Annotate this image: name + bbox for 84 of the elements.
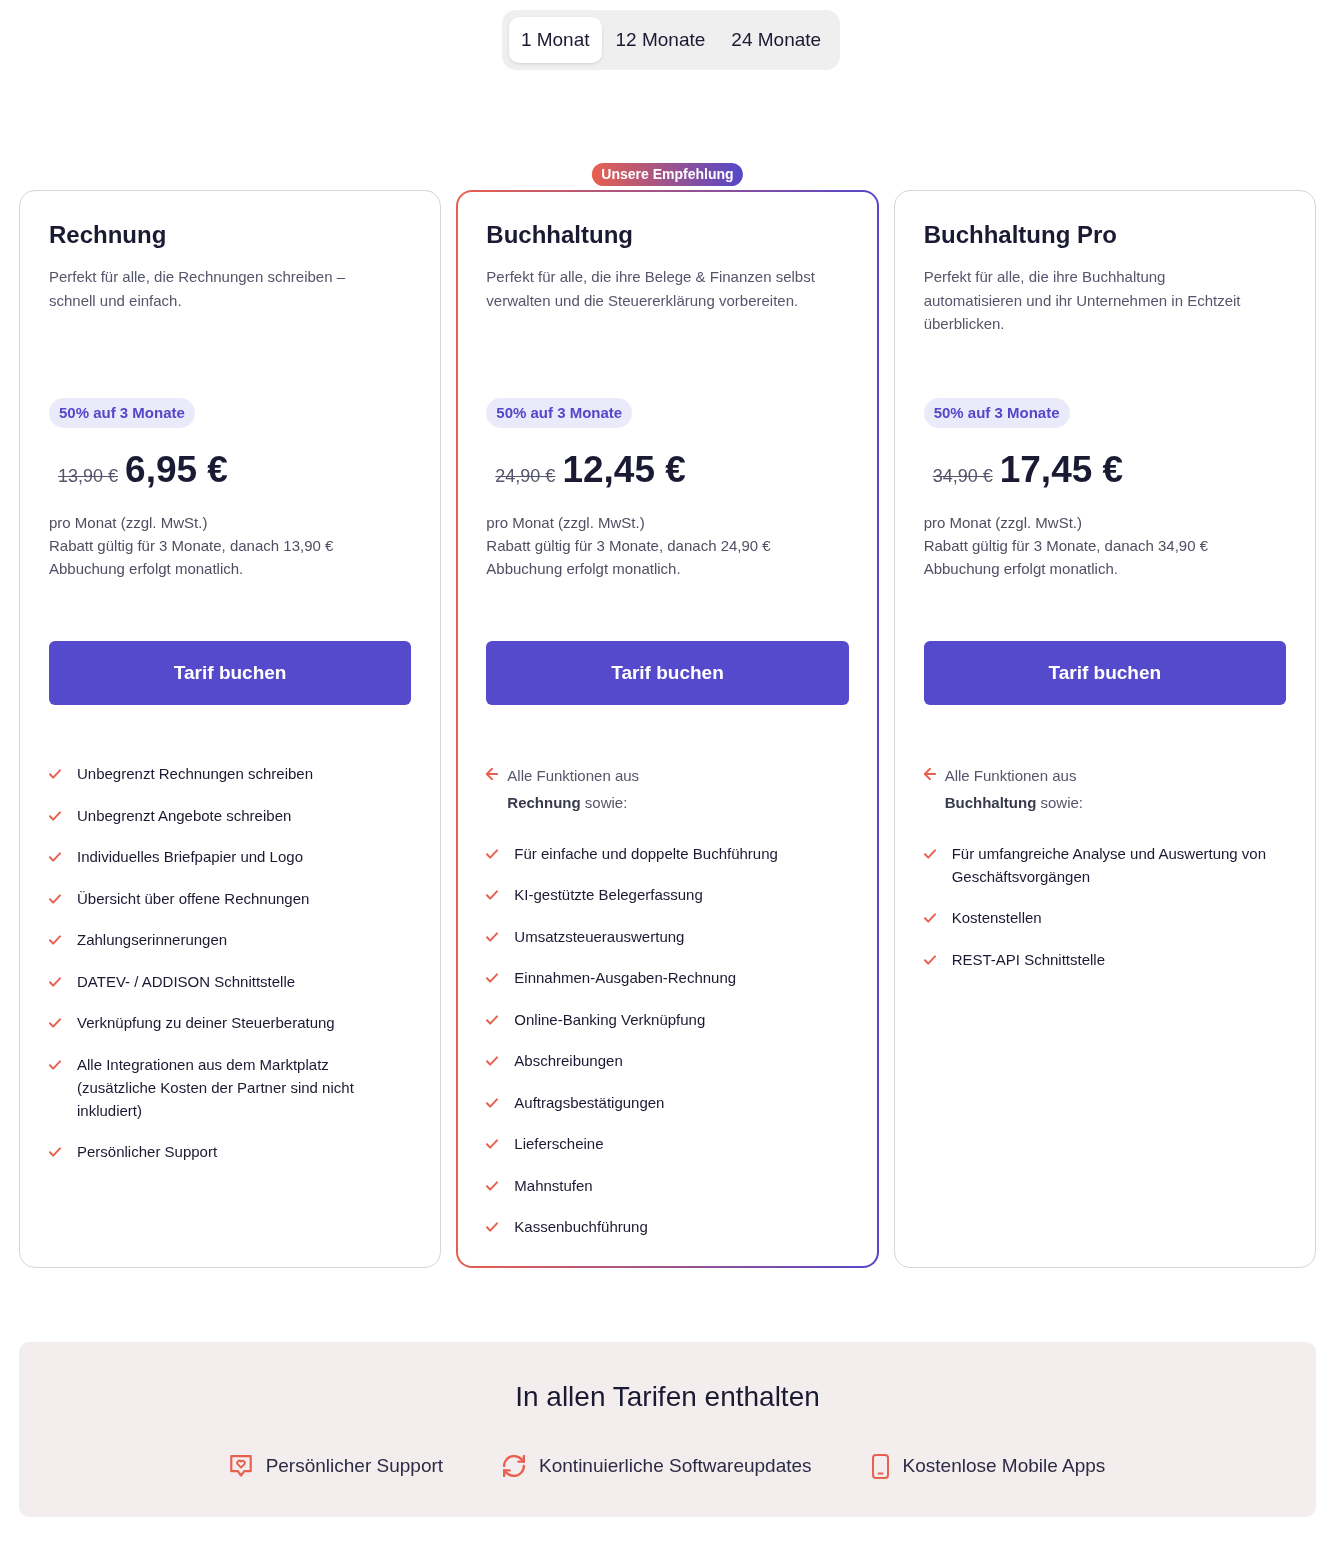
price-note: Abbuchung erfolgt monatlich. bbox=[49, 559, 245, 579]
features-intro: Alle Funktionen aus Rechnung sowie: bbox=[507, 766, 641, 813]
check-icon bbox=[923, 913, 936, 923]
included-feature: Persönlicher Support bbox=[265, 1454, 444, 1478]
check-icon bbox=[486, 1014, 499, 1025]
check-icon bbox=[486, 1222, 499, 1232]
feature-text: Einnahmen-Ausgaben-Rechnung bbox=[514, 968, 737, 988]
check-icon bbox=[49, 935, 61, 945]
check-icon bbox=[486, 848, 499, 859]
period-tab[interactable]: 12 Monate bbox=[603, 17, 718, 63]
check-icon bbox=[486, 890, 499, 900]
check-icon bbox=[49, 1147, 61, 1157]
included-title: In allen Tarifen enthalten bbox=[515, 1380, 820, 1414]
feature-text: Persönlicher Support bbox=[77, 1142, 218, 1162]
price-note: Abbuchung erfolgt monatlich. bbox=[923, 559, 1119, 579]
feature-text: Abschreibungen bbox=[514, 1051, 623, 1071]
period-tab[interactable]: 1 Monat bbox=[508, 17, 602, 63]
old-price: 24,90 € bbox=[495, 465, 556, 488]
price-note: Abbuchung erfolgt monatlich. bbox=[486, 559, 682, 579]
plan-title: Buchhaltung Pro bbox=[923, 220, 1118, 250]
feature-text: Für umfangreiche Analyse und Auswertung von Geschäftsvorgängen bbox=[951, 843, 1267, 887]
price: 17,45 € bbox=[999, 448, 1124, 492]
feature-text: Auftragsbestätigungen bbox=[514, 1092, 665, 1113]
features-intro: Alle Funktionen aus Buchhaltung sowie: bbox=[944, 766, 1084, 813]
price: 6,95 € bbox=[125, 448, 228, 492]
check-icon bbox=[49, 769, 61, 779]
price: 12,45 € bbox=[562, 448, 686, 492]
feature-text: Unbegrenzt Angebote schreiben bbox=[77, 805, 292, 826]
smartphone-icon bbox=[871, 1453, 889, 1479]
recommendation-badge: Unsere Empfehlung bbox=[592, 163, 743, 186]
check-icon bbox=[486, 1056, 499, 1066]
feature-text: Übersicht über offene Rechnungen bbox=[77, 888, 310, 909]
plan-description: Perfekt für alle, die ihre Buchhaltung automatisieren und ihr Unternehmen in Echtzeit überblicken. bbox=[923, 267, 1242, 334]
feature-text: Mahnstufen bbox=[514, 1175, 593, 1196]
feature-text: Kassenbuchführung bbox=[514, 1217, 648, 1237]
old-price: 13,90 € bbox=[58, 465, 119, 488]
feature-text: Zahlungserinnerungen bbox=[77, 930, 228, 950]
check-icon bbox=[486, 1180, 499, 1191]
check-icon bbox=[49, 1059, 61, 1070]
check-icon bbox=[486, 1139, 499, 1149]
check-icon bbox=[49, 976, 61, 987]
feature-text: Umsatzsteuerauswertung bbox=[514, 926, 685, 947]
discount-badge: 50% auf 3 Monate bbox=[486, 398, 633, 428]
check-icon bbox=[49, 1018, 61, 1028]
discount-badge: 50% auf 3 Monate bbox=[49, 398, 195, 428]
old-price: 34,90 € bbox=[932, 465, 993, 488]
plan-description: Perfekt für alle, die Rechnungen schreiben – schnell und einfach. bbox=[49, 267, 346, 311]
price-note: Rabatt gültig für 3 Monate, danach 13,90 € bbox=[49, 536, 335, 556]
heart-speech-bubble-icon bbox=[229, 1455, 252, 1477]
feature-text: DATEV- / ADDISON Schnittstelle bbox=[77, 971, 296, 992]
price-note: Rabatt gültig für 3 Monate, danach 34,90 € bbox=[923, 536, 1210, 556]
feature-text: Für einfache und doppelte Buchführung bbox=[514, 843, 778, 864]
feature-text: KI-gestützte Belegerfassung bbox=[514, 885, 703, 905]
discount-badge: 50% auf 3 Monate bbox=[923, 398, 1070, 428]
feature-text: REST-API Schnittstelle bbox=[951, 949, 1106, 970]
book-plan-button[interactable]: Tarif buchen bbox=[49, 641, 412, 705]
feature-text: Kostenstellen bbox=[951, 908, 1042, 928]
check-icon bbox=[486, 973, 499, 983]
price-note: pro Monat (zzgl. MwSt.) bbox=[49, 513, 209, 533]
feature-text: Alle Integrationen aus dem Marktplatz (zusätzliche Kosten der Partner sind nicht inkludiert) bbox=[77, 1054, 355, 1121]
price-note: Rabatt gültig für 3 Monate, danach 24,90 € bbox=[486, 536, 772, 556]
plan-title: Rechnung bbox=[49, 220, 168, 250]
plan-title: Buchhaltung bbox=[486, 220, 634, 250]
feature-text: Lieferscheine bbox=[514, 1134, 604, 1154]
refresh-icon bbox=[503, 1455, 526, 1477]
plan-description: Perfekt für alle, die ihre Belege & Finanzen selbst verwalten und die Steuererklärung vorbereiten. bbox=[486, 267, 816, 311]
check-icon bbox=[49, 852, 61, 862]
check-icon bbox=[486, 1097, 499, 1108]
check-icon bbox=[49, 893, 61, 904]
check-icon bbox=[486, 931, 499, 942]
book-plan-button[interactable]: Tarif buchen bbox=[923, 641, 1286, 705]
feature-text: Unbegrenzt Rechnungen schreiben bbox=[77, 764, 313, 784]
included-feature: Kontinuierliche Softwareupdates bbox=[539, 1454, 812, 1478]
feature-text: Verknüpfung zu deiner Steuerberatung bbox=[77, 1013, 335, 1033]
check-icon bbox=[923, 848, 936, 859]
price-note: pro Monat (zzgl. MwSt.) bbox=[923, 513, 1084, 533]
check-icon bbox=[49, 810, 61, 821]
check-icon bbox=[923, 954, 936, 965]
included-feature: Kostenlose Mobile Apps bbox=[902, 1454, 1106, 1478]
period-tab[interactable]: 24 Monate bbox=[719, 17, 834, 63]
feature-text: Individuelles Briefpapier und Logo bbox=[77, 847, 303, 867]
book-plan-button[interactable]: Tarif buchen bbox=[486, 641, 849, 705]
price-note: pro Monat (zzgl. MwSt.) bbox=[486, 513, 646, 533]
feature-text: Online-Banking Verknüpfung bbox=[514, 1009, 706, 1030]
